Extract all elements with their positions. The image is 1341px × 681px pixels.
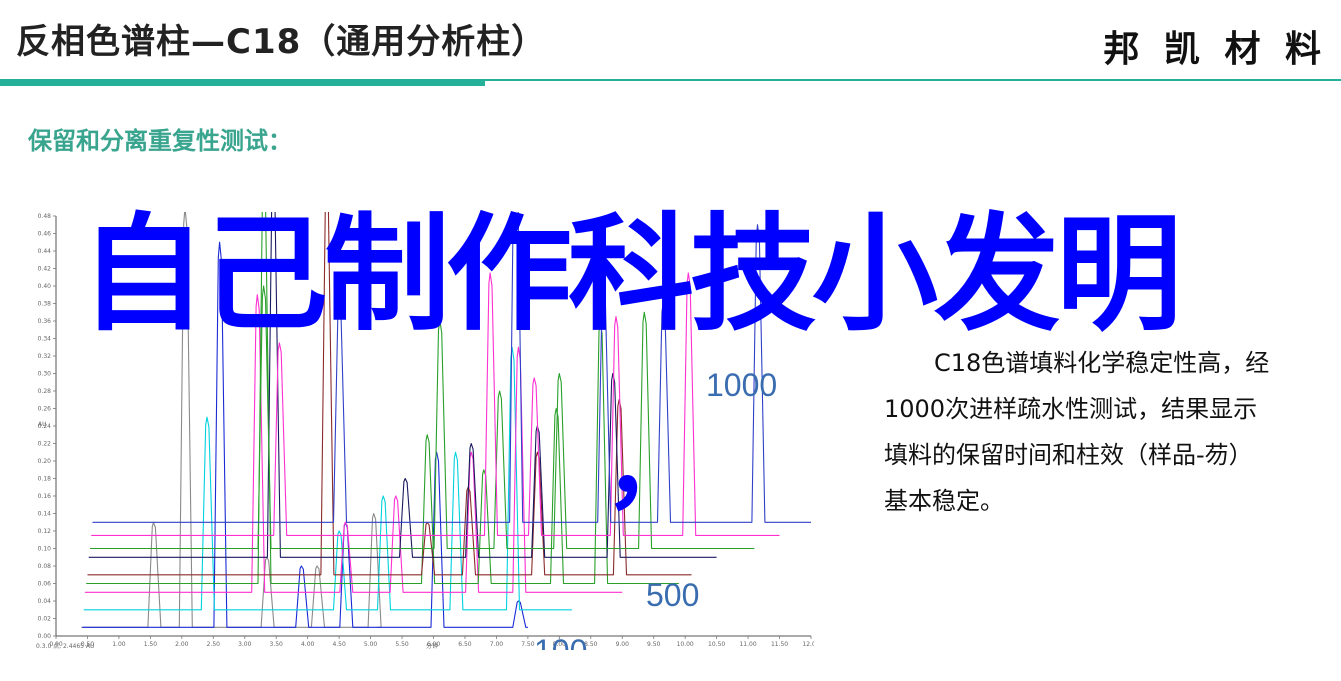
x-tick-label: 4.50 [332, 641, 346, 648]
x-tick-label: 7.50 [521, 641, 535, 648]
overlay-headline: 自己制作科技小发明 [80, 201, 1182, 348]
y-tick-label: 0.06 [38, 581, 52, 588]
x-tick-label: 3.00 [238, 641, 252, 648]
section-heading: 保留和分离重复性测试： [28, 127, 292, 155]
x-axis-title: 分钟 [426, 642, 438, 650]
injection-label-1000: 1000 [706, 367, 777, 403]
x-tick-label: 6.50 [458, 641, 472, 648]
x-tick-label: 1.50 [144, 641, 158, 648]
x-tick-label: 9.50 [647, 641, 661, 648]
y-tick-label: 0.30 [38, 371, 52, 378]
y-tick-label: 0.22 [38, 441, 52, 448]
y-tick-label: 0.02 [38, 616, 52, 623]
y-tick-label: 0.42 [38, 266, 52, 273]
y-axis-title: AU [38, 421, 47, 428]
x-tick-label: 10.50 [708, 641, 725, 648]
y-tick-label: 0.10 [38, 546, 52, 553]
y-tick-label: 0.38 [38, 301, 52, 308]
x-tick-label: 2.00 [175, 641, 189, 648]
x-tick-label: 5.00 [364, 641, 378, 648]
y-tick-label: 0.08 [38, 563, 52, 570]
injection-label-500: 500 [646, 577, 699, 613]
x-tick-label: 11.00 [739, 641, 756, 648]
x-tick-label: 2.50 [207, 641, 221, 648]
y-tick-label: 0.36 [38, 318, 52, 325]
x-tick-label: 11.50 [771, 641, 788, 648]
y-tick-label: 0.32 [38, 353, 52, 360]
y-tick-label: 0.26 [38, 406, 52, 413]
x-tick-label: 12.00 [802, 641, 814, 648]
slide-title: 反相色谱柱—C18（通用分析柱） [16, 22, 547, 62]
x-tick-label: 5.50 [395, 641, 409, 648]
y-tick-label: 0.04 [38, 598, 52, 605]
x-tick-label: 4.00 [301, 641, 315, 648]
y-tick-label: 0.18 [38, 476, 52, 483]
y-tick-label: 0.34 [38, 336, 52, 343]
y-tick-label: 0.44 [38, 248, 52, 255]
y-tick-label: 0.14 [38, 511, 52, 518]
injection-label-100: 100 [534, 633, 587, 650]
description-text: C18色谱填料化学稳定性高，经1000次进样疏水性测试，结果显示填料的保留时间和… [884, 349, 1270, 515]
y-tick-label: 0.48 [38, 213, 52, 220]
y-tick-label: 0.46 [38, 231, 52, 238]
y-tick-label: 0.20 [38, 458, 52, 465]
y-tick-label: 0.28 [38, 388, 52, 395]
y-tick-label: 0.00 [38, 633, 52, 640]
header-divider-accent [0, 81, 485, 86]
x-tick-label: 10.00 [677, 641, 694, 648]
x-tick-label: 7.00 [490, 641, 504, 648]
x-tick-label: 9.00 [616, 641, 630, 648]
brand-logo: 邦 凯 材 料 [1103, 29, 1327, 70]
x-tick-label: 1.00 [112, 641, 126, 648]
y-tick-label: 0.40 [38, 283, 52, 290]
y-tick-label: 0.12 [38, 528, 52, 535]
y-tick-label: 0.16 [38, 493, 52, 500]
chart-corner-text: 0.3.0 点, 2.4465 AU [36, 642, 94, 650]
x-tick-label: 3.50 [270, 641, 284, 648]
overlay-comma: ， [604, 410, 700, 522]
